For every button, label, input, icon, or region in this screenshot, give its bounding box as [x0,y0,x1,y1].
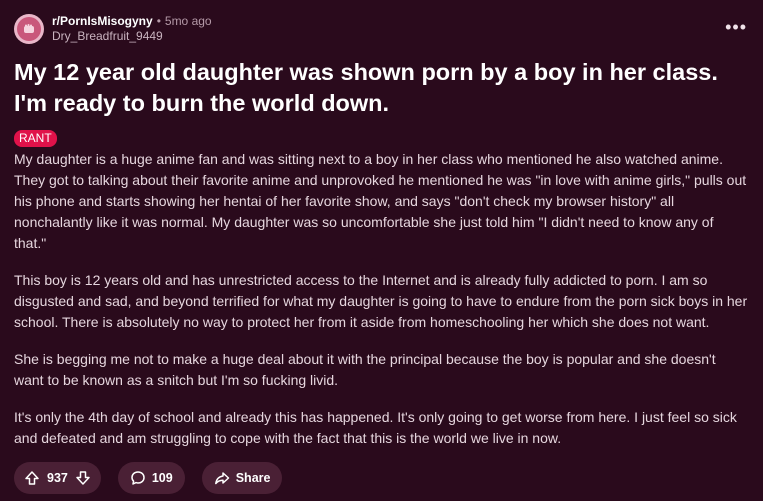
meta-separator: • [156,14,161,28]
fist-icon [17,17,41,41]
body-paragraph: My daughter is a huge anime fan and was … [14,151,747,251]
downvote-arrow-icon[interactable] [75,470,91,486]
post-actions: 937 109 Share [14,462,299,494]
author-link[interactable]: Dry_Breadfruit_9449 [52,29,212,44]
comments-button[interactable]: 109 [117,462,185,494]
share-button[interactable]: Share [201,462,283,494]
body-paragraph: It's only the 4th day of school and alre… [14,409,737,446]
post-time: 5mo ago [164,14,212,28]
body-paragraph: She is begging me not to make a huge dea… [14,351,716,388]
share-arrow-icon [214,470,230,486]
post-body: My daughter is a huge anime fan and was … [14,149,749,465]
upvote-arrow-icon[interactable] [24,470,40,486]
more-options-button[interactable]: ••• [725,18,747,36]
body-paragraph: This boy is 12 years old and has unrestr… [14,272,748,330]
share-label: Share [235,471,271,485]
subreddit-avatar[interactable] [14,14,44,44]
vote-count: 937 [47,471,68,485]
post-card: r/PornIsMisogyny • 5mo ago Dry_Breadfrui… [0,0,763,501]
post-title[interactable]: My 12 year old daughter was shown porn b… [14,57,749,119]
post-header: r/PornIsMisogyny • 5mo ago Dry_Breadfrui… [14,14,212,44]
post-meta: r/PornIsMisogyny • 5mo ago Dry_Breadfrui… [52,14,212,44]
post-flair[interactable]: RANT [14,130,57,147]
comment-count: 109 [151,471,173,485]
subreddit-link[interactable]: r/PornIsMisogyny [52,14,153,29]
vote-control: 937 [14,462,101,494]
comment-bubble-icon [130,470,146,486]
